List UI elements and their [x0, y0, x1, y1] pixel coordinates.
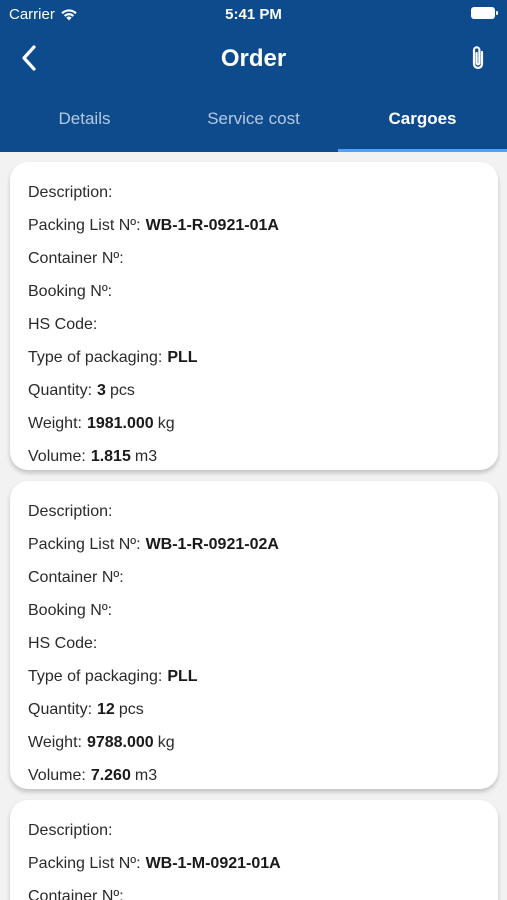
volume-row: Volume: 1.815 m3	[28, 440, 480, 473]
description-row: Description:	[28, 814, 480, 847]
cargo-card: Description: Packing List Nº: WB-1-M-0921…	[10, 800, 498, 900]
volume-unit: m3	[134, 448, 158, 465]
packing-list-value: WB-1-M-0921-01A	[145, 855, 281, 872]
booking-label: Booking Nº:	[28, 283, 113, 300]
packing-list-label: Packing List Nº:	[28, 217, 141, 234]
weight-label: Weight:	[28, 734, 82, 751]
volume-row: Volume: 7.260 m3	[28, 759, 480, 792]
packing-list-row: Packing List Nº: WB-1-R-0921-01A	[28, 209, 480, 242]
booking-row: Booking Nº:	[28, 594, 480, 627]
quantity-unit: pcs	[109, 382, 135, 399]
quantity-row: Quantity: 12 pcs	[28, 693, 480, 726]
hs-code-row: HS Code:	[28, 627, 480, 660]
container-label: Container Nº:	[28, 888, 124, 900]
quantity-label: Quantity:	[28, 701, 93, 718]
weight-value: 1981.000	[86, 415, 154, 432]
cargo-card: Description: Packing List Nº: WB-1-R-0921…	[10, 162, 498, 470]
quantity-value: 3	[97, 382, 106, 399]
packing-list-value: WB-1-R-0921-02A	[145, 536, 279, 553]
status-bar: Carrier 5:41 PM	[0, 0, 507, 30]
weight-value: 9788.000	[86, 734, 154, 751]
quantity-label: Quantity:	[28, 382, 93, 399]
description-row: Description:	[28, 176, 480, 209]
container-row: Container Nº:	[28, 242, 480, 275]
description-label: Description:	[28, 822, 113, 839]
weight-unit: kg	[157, 415, 175, 432]
packaging-row: Type of packaging: PLL	[28, 660, 480, 693]
quantity-value: 12	[97, 701, 115, 718]
volume-value: 1.815	[90, 448, 131, 465]
tab-bar: Details Service cost Cargoes	[0, 88, 507, 152]
booking-label: Booking Nº:	[28, 602, 113, 619]
hs-code-label: HS Code:	[28, 635, 98, 652]
quantity-unit: pcs	[118, 701, 144, 718]
packaging-value: PLL	[167, 668, 198, 685]
weight-unit: kg	[157, 734, 175, 751]
container-row: Container Nº:	[28, 880, 480, 900]
container-label: Container Nº:	[28, 250, 124, 267]
weight-row: Weight: 9788.000 kg	[28, 726, 480, 759]
tab-cargoes[interactable]: Cargoes	[338, 88, 507, 152]
cargo-list[interactable]: Description: Packing List Nº: WB-1-R-0921…	[0, 152, 507, 900]
packaging-value: PLL	[167, 349, 198, 366]
quantity-row: Quantity: 3 pcs	[28, 374, 480, 407]
container-label: Container Nº:	[28, 569, 124, 586]
weight-row: Weight: 1981.000 kg	[28, 407, 480, 440]
packing-list-row: Packing List Nº: WB-1-R-0921-02A	[28, 528, 480, 561]
container-row: Container Nº:	[28, 561, 480, 594]
tab-service-cost[interactable]: Service cost	[169, 88, 338, 152]
booking-row: Booking Nº:	[28, 275, 480, 308]
page-title: Order	[220, 45, 287, 72]
battery-icon	[471, 7, 498, 19]
volume-label: Volume:	[28, 767, 86, 784]
hs-code-row: HS Code:	[28, 308, 480, 341]
volume-value: 7.260	[90, 767, 131, 784]
hs-code-label: HS Code:	[28, 316, 98, 333]
description-label: Description:	[28, 503, 113, 520]
packaging-row: Type of packaging: PLL	[28, 341, 480, 374]
packaging-label: Type of packaging:	[28, 668, 163, 685]
description-row: Description:	[28, 495, 480, 528]
navigation-bar: Order	[0, 30, 507, 88]
attach-button[interactable]	[463, 43, 493, 73]
volume-label: Volume:	[28, 448, 86, 465]
paperclip-icon	[472, 46, 484, 70]
tab-details[interactable]: Details	[0, 88, 169, 152]
volume-unit: m3	[134, 767, 158, 784]
packing-list-label: Packing List Nº:	[28, 536, 141, 553]
packing-list-label: Packing List Nº:	[28, 855, 141, 872]
weight-label: Weight:	[28, 415, 82, 432]
packing-list-row: Packing List Nº: WB-1-M-0921-01A	[28, 847, 480, 880]
packing-list-value: WB-1-R-0921-01A	[145, 217, 279, 234]
description-label: Description:	[28, 184, 113, 201]
packaging-label: Type of packaging:	[28, 349, 163, 366]
status-time: 5:41 PM	[225, 6, 282, 23]
cargo-card: Description: Packing List Nº: WB-1-R-0921…	[10, 481, 498, 789]
